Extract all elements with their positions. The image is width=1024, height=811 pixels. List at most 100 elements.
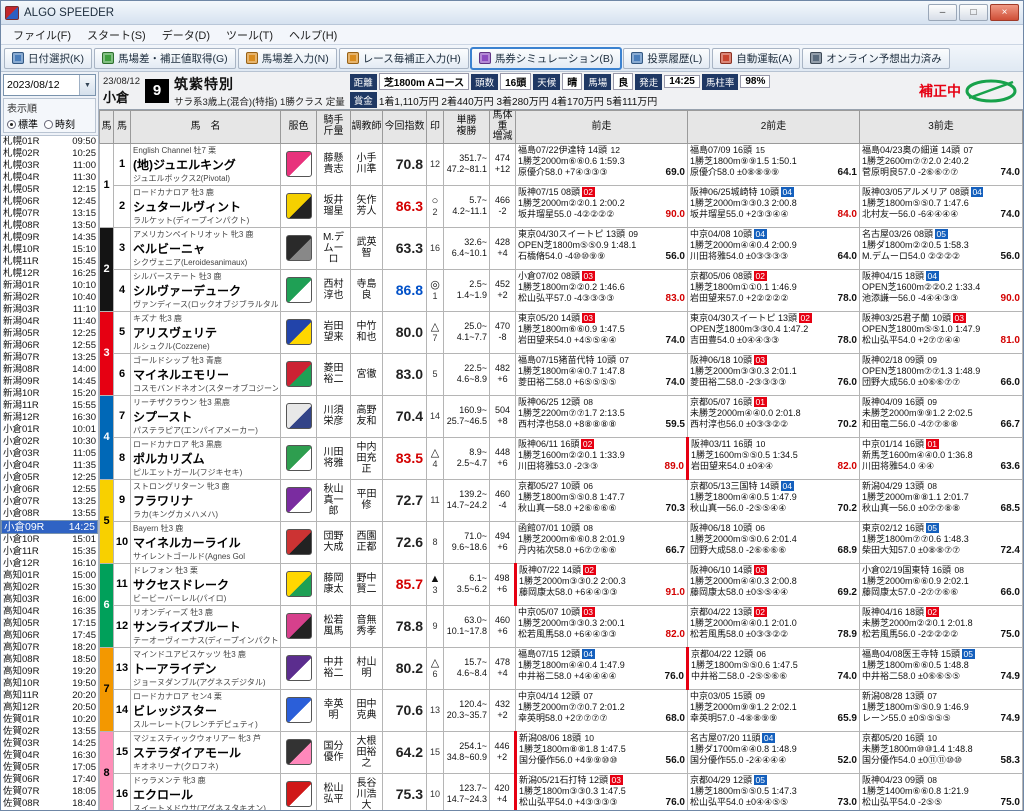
race-list-item[interactable]: 小倉10R 15:01 [1,534,98,546]
odds-cell: 160.9~ 25.7~46.5 [443,394,490,438]
race-list-item[interactable]: 高知01R 15:00 [1,570,98,582]
horse-name-cell: シルバーステート 牡3 鹿シルヴァーデューク ヴァンディース(ロックオブジブラルタ… [130,268,281,312]
prev-jockey-line: 中井裕二58.0 ±0⑥⑥⑤⑤ [862,670,961,681]
date-select[interactable]: 2023/08/12 ▼ [3,74,96,96]
race-list-item[interactable]: 札幌04R 11:30 [1,172,98,184]
race-name: 札幌07R [3,208,40,220]
race-list-item[interactable]: 高知08R 18:50 [1,654,98,666]
race-list-item[interactable]: 小倉09R 14:25 [1,520,98,534]
race-time: 12:25 [72,472,96,484]
race-list-item[interactable]: 高知12R 20:50 [1,702,98,714]
toolbar-button-7[interactable]: オンライン予想出力済み [802,47,950,69]
prev-race-detail: OPEN芝1800m⑦⑦1.3 1:48.9 [862,365,981,376]
toolbar-button-0[interactable]: 日付選択(K) [4,47,92,69]
race-list-item[interactable]: 札幌05R 12:15 [1,184,98,196]
race-list-item[interactable]: 新潟11R 15:55 [1,400,98,412]
race-list-item[interactable]: 高知02R 15:30 [1,582,98,594]
race-list-item[interactable]: 佐賀08R 18:40 [1,798,98,810]
race-list-item[interactable]: 新潟02R 10:40 [1,292,98,304]
menu-item-0[interactable]: ファイル(F) [5,25,79,45]
race-list-item[interactable]: 小倉12R 16:10 [1,558,98,570]
chevron-down-icon[interactable]: ▼ [79,75,95,95]
trainer-name: 寺島良 [356,279,377,301]
toolbar-button-6[interactable]: 自動運転(A) [712,47,801,69]
race-list-item[interactable]: 札幌11R 15:45 [1,256,98,268]
prev-race-name: 福島07/15 12頭 [518,648,581,659]
race-list-item[interactable]: 高知09R 19:20 [1,666,98,678]
horse-name: シプースト [133,409,193,424]
race-list-item[interactable]: 高知10R 19:50 [1,678,98,690]
race-list-item[interactable]: 新潟03R 11:10 [1,304,98,316]
race-list-item[interactable]: 札幌02R 10:25 [1,148,98,160]
race-list-item[interactable]: 札幌09R 14:35 [1,232,98,244]
race-list-item[interactable]: 新潟01R 10:10 [1,280,98,292]
finish-badge: 04 [781,186,794,197]
index-value: 72.7 [382,478,427,522]
toolbar-button-3[interactable]: レース毎補正入力(H) [338,47,469,69]
toolbar-button-1[interactable]: 馬場差・補正値取得(G) [94,47,236,69]
race-list-item[interactable]: 新潟10R 15:20 [1,388,98,400]
body-weight: 470 [494,321,511,331]
race-list-item[interactable]: 札幌06R 12:45 [1,196,98,208]
finish-badge: 07 [927,690,938,701]
race-list-item[interactable]: 佐賀04R 16:30 [1,750,98,762]
race-list-item[interactable]: 小倉02R 10:30 [1,436,98,448]
order-radio-time[interactable]: 時刻 [44,116,75,131]
toolbar-button-2[interactable]: 馬場差入力(N) [237,47,337,69]
race-list-item[interactable]: 高知11R 20:20 [1,690,98,702]
silks-cell [280,226,317,270]
weight-change: +12 [494,164,511,174]
race-list-item[interactable]: 高知04R 16:35 [1,606,98,618]
race-list-item[interactable]: 小倉01R 10:01 [1,424,98,436]
toolbar-button-4[interactable]: 馬券シミュレーション(B) [469,46,623,70]
race-list-item[interactable]: 札幌10R 15:10 [1,244,98,256]
race-list-item[interactable]: 新潟06R 12:55 [1,340,98,352]
race-list-item[interactable]: 新潟05R 12:25 [1,328,98,340]
race-list-item[interactable]: 佐賀02R 13:55 [1,726,98,738]
horse-number: 5 [113,310,131,354]
close-button[interactable]: × [990,4,1019,21]
race-list-item[interactable]: 小倉08R 13:55 [1,508,98,520]
race-list-item[interactable]: 佐賀06R 17:40 [1,774,98,786]
prev-race-cell: 東京04/30スイートピ 13頭 02 OPEN芝1800m③③0.4 1:47.2… [687,310,860,354]
race-list-item[interactable]: 新潟04R 11:40 [1,316,98,328]
column-header: 単勝 複勝 [443,110,490,144]
race-list-item[interactable]: 新潟07R 13:25 [1,352,98,364]
race-list-item[interactable]: 高知07R 18:20 [1,642,98,654]
race-list-item[interactable]: 小倉03R 11:05 [1,448,98,460]
race-list-item[interactable]: 佐賀03R 14:25 [1,738,98,750]
menu-item-2[interactable]: データ(D) [154,25,218,45]
race-list-item[interactable]: 札幌03R 11:00 [1,160,98,172]
finish-badge: 03 [582,270,595,281]
race-list-item[interactable]: 高知06R 17:45 [1,630,98,642]
race-list-item[interactable]: 新潟12R 16:30 [1,412,98,424]
race-list-item[interactable]: 佐賀05R 17:05 [1,762,98,774]
race-list-item[interactable]: 高知03R 16:00 [1,594,98,606]
race-list-item[interactable]: 佐賀01R 10:20 [1,714,98,726]
menu-item-4[interactable]: ヘルプ(H) [281,25,345,45]
race-list-item[interactable]: 新潟08R 14:00 [1,364,98,376]
race-list-item[interactable]: 佐賀07R 18:05 [1,786,98,798]
race-list-item[interactable]: 小倉06R 12:55 [1,484,98,496]
minimize-button[interactable]: – [928,4,957,21]
race-list-item[interactable]: 小倉04R 11:35 [1,460,98,472]
weight-cell: 420 +4 [489,772,516,810]
maximize-button[interactable]: □ [959,4,988,21]
prev-race-cell: 阪神04/15 18頭 04 OPEN芝1600m②②0.2 1:33.4 池添謙一5… [859,268,1023,312]
race-list-item[interactable]: 新潟09R 14:45 [1,376,98,388]
race-list-item[interactable]: 札幌08R 13:50 [1,220,98,232]
race-list-item[interactable]: 小倉05R 12:25 [1,472,98,484]
menu-item-1[interactable]: スタート(S) [79,25,154,45]
race-list-item[interactable]: 札幌07R 13:15 [1,208,98,220]
race-list-item[interactable]: 札幌01R 09:50 [1,136,98,148]
race-list-item[interactable]: 高知05R 17:15 [1,618,98,630]
order-radio-standard[interactable]: 標準 [7,116,38,131]
silks-icon [285,193,312,219]
race-list-item[interactable]: 小倉11R 15:35 [1,546,98,558]
race-list-item[interactable]: 札幌12R 16:25 [1,268,98,280]
jockey-name: 川田将雅 [323,447,344,469]
race-list-item[interactable]: 小倉07R 13:25 [1,496,98,508]
toolbar-button-5[interactable]: 投票履歴(L) [623,47,711,69]
menu-item-3[interactable]: ツール(T) [218,25,281,45]
place-odds: 4.6~8.9 [456,374,487,384]
